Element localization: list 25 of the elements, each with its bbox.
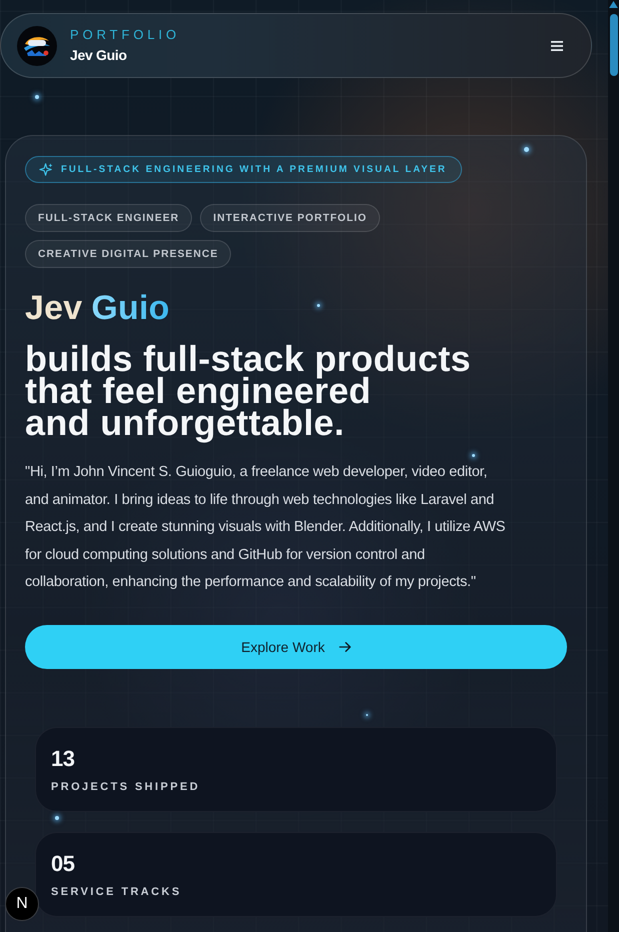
stat-value: 13 [51,746,74,772]
badge-text: FULL-STACK ENGINEERING WITH A PREMIUM VISUAL LAYER [61,164,447,175]
role-tag: INTERACTIVE PORTFOLIO [200,204,380,232]
logo-icon [17,26,57,66]
stat-label: PROJECTS SHIPPED [51,780,200,794]
glow-dot-icon [472,454,474,456]
menu-icon [551,40,563,50]
brand-eyebrow: PORTFOLIO [70,27,180,43]
stat-value: 05 [51,850,74,877]
dev-tools-button[interactable]: N [5,887,39,921]
sparkle-icon [39,163,53,176]
role-tag: CREATIVE DIGITAL PRESENCE [25,240,232,268]
glow-dot-icon [316,304,320,306]
glow-dot-icon [524,146,528,152]
stat-label: SERVICE TRACKS [51,884,182,899]
scroll-up-icon[interactable] [609,1,618,8]
explore-work-button[interactable]: Explore Work [25,624,567,669]
arrow-right-icon [338,640,351,653]
role-tag: FULL-STACK ENGINEER [25,204,192,232]
glow-dot-icon [55,816,59,820]
intro-paragraph: "Hi, I’m John Vincent S. Guioguio, a freelance web developer, video editor, and animator. I bring ideas to life through web technologies like Laravel and React.js, and I create stunning visuals with Blender. Additionally, I utilize AWS for cloud computing solutions and GitHub for version control and collaboration, enhancing the performance and scalability of my projects." [25,463,506,592]
scrollbar-thumb[interactable] [610,14,618,76]
name-word: Jev [25,289,82,327]
brand-title: Jev Guio [70,46,127,64]
glow-dot-icon [35,95,39,99]
